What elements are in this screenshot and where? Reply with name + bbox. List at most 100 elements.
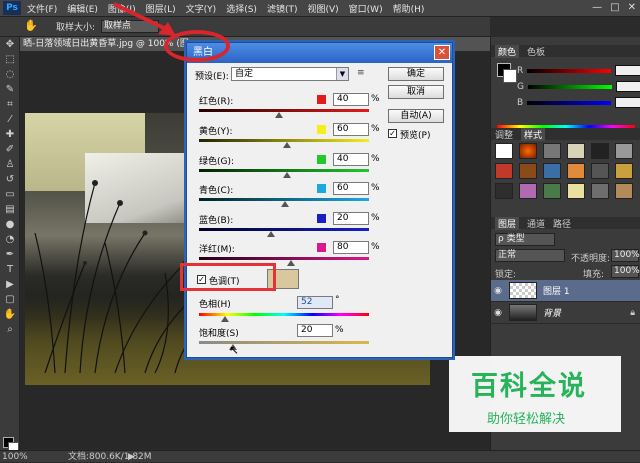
- menu-edit[interactable]: 编辑(E): [67, 2, 98, 15]
- slider-value-input[interactable]: 20: [333, 212, 369, 225]
- style-swatch[interactable]: [615, 143, 633, 159]
- hand-tool-icon[interactable]: ✋: [0, 307, 20, 322]
- hue-slider-thumb[interactable]: [221, 316, 229, 322]
- status-menu-arrow-icon[interactable]: ▶: [128, 451, 135, 463]
- slider-thumb[interactable]: [275, 112, 283, 118]
- slider-thumb[interactable]: [283, 142, 291, 148]
- tab-styles[interactable]: 样式: [521, 127, 546, 141]
- chevron-down-icon[interactable]: ▼: [336, 68, 348, 80]
- eyedropper-tool-icon[interactable]: ⁄: [0, 112, 20, 127]
- pen-tool-icon[interactable]: ✒: [0, 247, 20, 262]
- style-swatch[interactable]: [567, 143, 585, 159]
- layer-kind-filter[interactable]: ρ 类型: [495, 233, 555, 246]
- history-brush-icon[interactable]: ↺: [0, 172, 20, 187]
- marquee-tool-icon[interactable]: ⬚: [0, 52, 20, 67]
- eye-icon[interactable]: ◉: [491, 286, 505, 296]
- lasso-tool-icon[interactable]: ◌: [0, 67, 20, 82]
- slider-value-input[interactable]: 40: [333, 93, 369, 106]
- slider-value-input[interactable]: 60: [333, 182, 369, 195]
- tab-swatches[interactable]: 色板: [527, 45, 545, 58]
- type-tool-icon[interactable]: T: [0, 262, 20, 277]
- preset-options-icon[interactable]: ≡: [357, 68, 365, 78]
- zoom-tool-icon[interactable]: ⌕: [0, 322, 20, 337]
- eye-icon[interactable]: ◉: [491, 308, 505, 318]
- blend-mode-select[interactable]: 正常: [495, 249, 565, 262]
- slider-value-input[interactable]: 80: [333, 241, 369, 254]
- style-swatch[interactable]: [567, 163, 585, 179]
- style-swatch[interactable]: [543, 163, 561, 179]
- fill-input[interactable]: 100%: [611, 265, 640, 278]
- ok-button[interactable]: 确定: [388, 67, 444, 81]
- menu-window[interactable]: 窗口(W): [349, 2, 383, 15]
- style-swatch[interactable]: [591, 183, 609, 199]
- green-channel-value[interactable]: [615, 81, 640, 92]
- style-swatch[interactable]: [519, 143, 537, 159]
- style-swatch[interactable]: [567, 183, 585, 199]
- stamp-tool-icon[interactable]: ♙: [0, 157, 20, 172]
- style-swatch[interactable]: [543, 183, 561, 199]
- tab-layers[interactable]: 图层: [495, 216, 520, 230]
- layer-row-background[interactable]: ◉ 背景 🔒︎: [491, 302, 640, 324]
- slider-thumb[interactable]: [283, 172, 291, 178]
- minimize-icon[interactable]: —: [592, 2, 602, 13]
- saturation-input[interactable]: 20: [297, 324, 333, 337]
- style-swatch[interactable]: [519, 183, 537, 199]
- style-swatch[interactable]: [615, 183, 633, 199]
- path-select-tool-icon[interactable]: ▶: [0, 277, 20, 292]
- preset-select[interactable]: 自定 ▼: [231, 67, 349, 81]
- hand-icon[interactable]: ✋: [20, 19, 42, 35]
- hue-input[interactable]: 52: [297, 296, 333, 309]
- menu-filter[interactable]: 滤镜(T): [267, 2, 298, 15]
- move-tool-icon[interactable]: ✥: [0, 37, 20, 52]
- red-channel-slider[interactable]: [527, 68, 612, 73]
- opacity-input[interactable]: 100%: [611, 249, 640, 262]
- style-swatch[interactable]: [591, 143, 609, 159]
- zoom-level[interactable]: 100%: [2, 451, 28, 463]
- auto-button[interactable]: 自动(A): [388, 109, 444, 123]
- slider-track[interactable]: [199, 228, 369, 231]
- green-channel-slider[interactable]: [527, 84, 612, 89]
- blue-channel-value[interactable]: [615, 97, 640, 108]
- brush-tool-icon[interactable]: ✐: [0, 142, 20, 157]
- style-swatch[interactable]: [495, 143, 513, 159]
- layer-row-layer1[interactable]: ◉ 图层 1: [491, 280, 640, 302]
- close-window-icon[interactable]: ✕: [628, 2, 636, 13]
- gradient-tool-icon[interactable]: ▤: [0, 202, 20, 217]
- dodge-tool-icon[interactable]: ◔: [0, 232, 20, 247]
- style-swatch[interactable]: [495, 163, 513, 179]
- crop-tool-icon[interactable]: ⌗: [0, 97, 20, 112]
- blur-tool-icon[interactable]: ●: [0, 217, 20, 232]
- menu-select[interactable]: 选择(S): [226, 2, 257, 15]
- eraser-tool-icon[interactable]: ▭: [0, 187, 20, 202]
- style-swatch[interactable]: [543, 143, 561, 159]
- menu-help[interactable]: 帮助(H): [393, 2, 425, 15]
- menu-file[interactable]: 文件(F): [27, 2, 57, 15]
- shape-tool-icon[interactable]: ▢: [0, 292, 20, 307]
- slider-thumb[interactable]: [267, 231, 275, 237]
- blue-channel-slider[interactable]: [527, 100, 612, 105]
- tab-paths[interactable]: 路径: [553, 217, 571, 230]
- slider-track[interactable]: [199, 257, 369, 260]
- slider-value-input[interactable]: 60: [333, 123, 369, 136]
- red-channel-value[interactable]: [615, 65, 640, 76]
- style-swatch[interactable]: [495, 183, 513, 199]
- quick-select-tool-icon[interactable]: ✎: [0, 82, 20, 97]
- slider-track[interactable]: [199, 109, 369, 112]
- close-icon[interactable]: ✕: [434, 45, 450, 60]
- style-swatch[interactable]: [591, 163, 609, 179]
- menu-type[interactable]: 文字(Y): [186, 2, 217, 15]
- healing-tool-icon[interactable]: ✚: [0, 127, 20, 142]
- preview-checkbox[interactable]: ✓: [388, 129, 397, 138]
- maximize-icon[interactable]: □: [610, 2, 619, 13]
- tab-adjustments[interactable]: 调整: [495, 128, 513, 141]
- slider-thumb[interactable]: [281, 201, 289, 207]
- style-swatch[interactable]: [615, 163, 633, 179]
- saturation-slider-track[interactable]: [199, 341, 369, 344]
- tab-channels[interactable]: 通道: [527, 217, 545, 230]
- style-swatch[interactable]: [519, 163, 537, 179]
- tab-color[interactable]: 颜色: [495, 44, 520, 58]
- menu-view[interactable]: 视图(V): [307, 2, 338, 15]
- slider-value-input[interactable]: 40: [333, 153, 369, 166]
- slider-thumb[interactable]: [287, 260, 295, 266]
- color-panel-background[interactable]: [503, 69, 517, 83]
